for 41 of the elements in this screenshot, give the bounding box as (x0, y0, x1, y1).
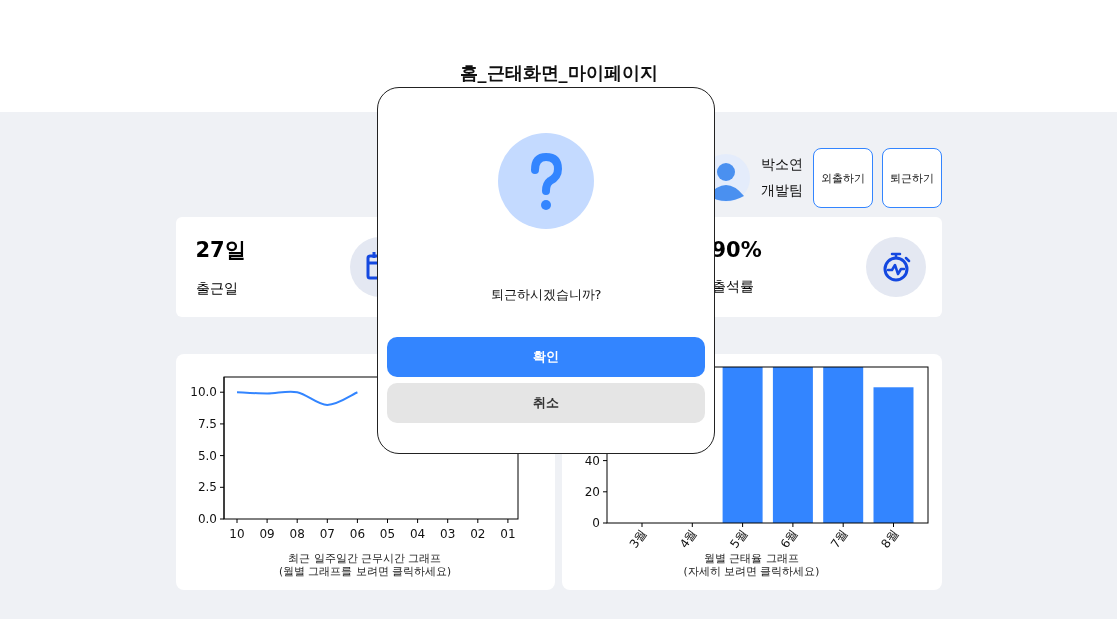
tick-label: 04 (409, 527, 425, 541)
tick-label: 06 (349, 527, 365, 541)
stat-label: 출석률 (711, 278, 755, 296)
tick-label: 08 (289, 527, 305, 541)
dialog-message: 퇴근하시겠습니까? (490, 286, 602, 304)
page-title: 홈_근태화면_마이페이지 (459, 64, 658, 82)
user-name: 박소연 (760, 156, 803, 174)
stat-value: 27일 (195, 237, 246, 264)
question-icon (498, 133, 594, 229)
tick-label: 05 (379, 527, 395, 541)
stopwatch-icon (865, 237, 926, 297)
tick-label: 3월 (626, 526, 649, 551)
tick-label: 09 (258, 527, 275, 541)
tick-label: 8월 (877, 526, 901, 551)
tick-label: 01 (499, 527, 516, 541)
chart-caption: 월별 근태율 그래프 (자세히 보려면 클릭하세요) (683, 552, 820, 578)
tick-label: 2.5 (197, 480, 217, 495)
tick-label: 0.0 (197, 512, 217, 526)
cancel-button[interactable]: 취소 (387, 383, 705, 423)
confirm-button[interactable]: 확인 (387, 337, 705, 377)
action-button[interactable]: 퇴근하기 (881, 148, 942, 208)
tick-label: 5월 (726, 526, 750, 551)
tick-label: 0 (591, 516, 600, 530)
tick-label: 10 (228, 527, 245, 541)
tick-label: 07 (319, 527, 335, 541)
tick-label: 10.0 (189, 385, 217, 400)
tick-label: 20 (584, 484, 600, 499)
tick-label: 4월 (676, 526, 700, 551)
tick-label: 7.5 (197, 416, 217, 431)
tick-label: 02 (469, 527, 485, 541)
tick-label: 7월 (827, 526, 851, 551)
tick-label: 40 (584, 453, 600, 468)
tick-label: 6월 (777, 526, 800, 551)
tick-label: 5.0 (197, 448, 217, 463)
chart-caption: 최근 일주일간 근무시간 그래프 (월별 그래프를 보려면 클릭하세요) (278, 552, 452, 578)
tick-label: 03 (439, 527, 455, 541)
action-button[interactable]: 외출하기 (812, 148, 873, 208)
stat-label: 출근일 (195, 280, 239, 298)
y-axis-ticks (602, 460, 607, 524)
stat-value: 90% (711, 238, 762, 262)
team-name: 개발팀 (760, 182, 803, 200)
